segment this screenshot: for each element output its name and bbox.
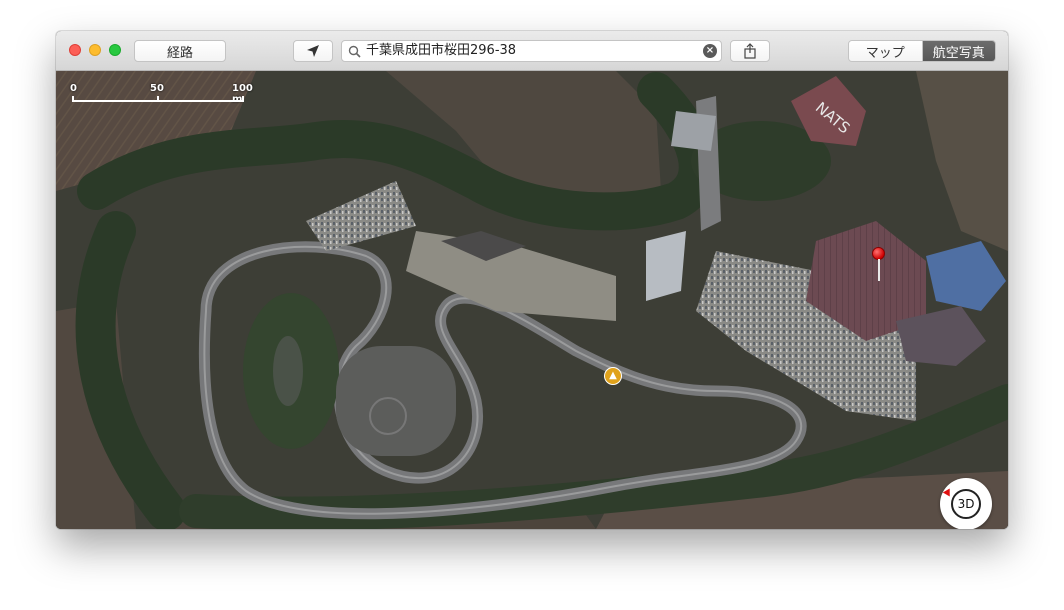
warehouse-roof: [646, 231, 686, 301]
compass-3d-button[interactable]: 3D: [940, 478, 992, 529]
search-input[interactable]: 千葉県成田市桜田296-38: [366, 43, 516, 59]
satellite-map[interactable]: NATS 0 50 100 m ▲ 表示 ⌄ 3D: [56, 71, 1008, 529]
current-location-button[interactable]: [293, 40, 333, 62]
compass-label: 3D: [951, 489, 981, 519]
scale-label-0: 0: [70, 83, 77, 94]
clear-icon[interactable]: ×: [703, 44, 717, 58]
school-icon[interactable]: ▲: [604, 367, 622, 385]
pin-stick: [878, 259, 880, 281]
small-building: [671, 111, 716, 151]
infield-pond: [273, 336, 303, 406]
red-pin-icon[interactable]: [871, 247, 887, 283]
satellite-mode-tab[interactable]: 航空写真: [922, 41, 995, 61]
close-window-button[interactable]: [69, 44, 81, 56]
satellite-imagery: NATS: [56, 71, 1008, 529]
map-mode-tab[interactable]: マップ: [849, 41, 923, 61]
maps-window: 経路 千葉県成田市桜田296-38 × マップ 航空写真 NATS 0 50 1…: [56, 31, 1008, 529]
scale-tick: [157, 96, 159, 102]
maximize-window-button[interactable]: [109, 44, 121, 56]
location-arrow-icon: [307, 45, 319, 57]
search-field[interactable]: 千葉県成田市桜田296-38 ×: [341, 40, 722, 62]
scale-tick: [72, 96, 74, 102]
share-icon: [744, 43, 756, 59]
scale-label-50: 50: [150, 83, 164, 94]
magnifier-icon: [348, 45, 361, 58]
toolbar: 経路 千葉県成田市桜田296-38 × マップ 航空写真: [56, 31, 1008, 71]
map-type-control: マップ 航空写真: [848, 40, 996, 62]
scale-bar: 0 50 100 m: [70, 83, 253, 107]
minimize-window-button[interactable]: [89, 44, 101, 56]
share-button[interactable]: [730, 40, 770, 62]
directions-button[interactable]: 経路: [134, 40, 226, 62]
scale-tick: [242, 96, 244, 102]
